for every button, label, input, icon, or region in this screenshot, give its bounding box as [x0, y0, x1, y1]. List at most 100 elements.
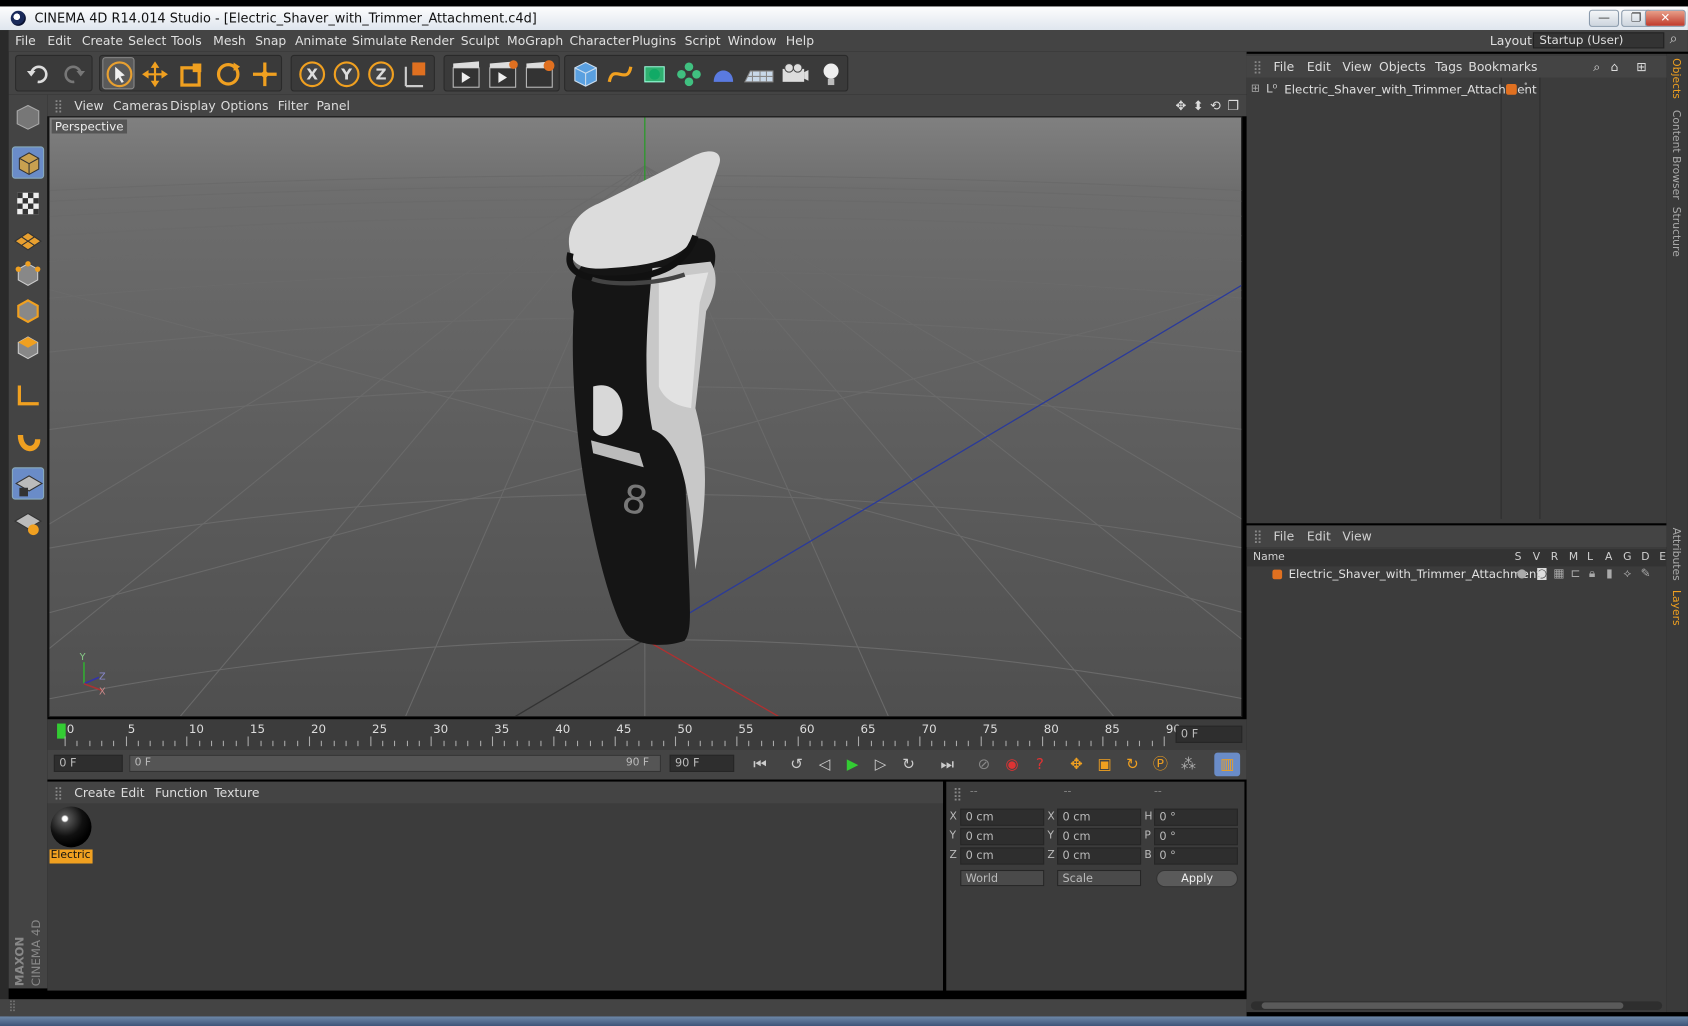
workplane-icon[interactable]: [12, 222, 44, 254]
menu-create[interactable]: Create: [82, 33, 123, 48]
polygons-mode-icon[interactable]: [12, 332, 44, 364]
move-icon[interactable]: [139, 59, 171, 89]
loop-back-icon[interactable]: ↺: [784, 753, 810, 777]
snap-button[interactable]: [11, 467, 45, 500]
cube-icon[interactable]: [569, 58, 601, 90]
material-menu-function[interactable]: Function: [155, 785, 208, 800]
viewport-menu-panel[interactable]: Panel: [316, 98, 349, 113]
render-view-icon[interactable]: [449, 58, 483, 90]
z-axis-lock-icon[interactable]: Z: [365, 58, 397, 90]
render-settings-icon[interactable]: [522, 58, 556, 90]
live-selection-button[interactable]: [102, 57, 135, 90]
object-menu-edit[interactable]: Edit: [1307, 59, 1331, 74]
deformer-icon[interactable]: [707, 58, 739, 90]
timeline-window-icon[interactable]: ▥: [1214, 752, 1241, 777]
object-name[interactable]: Electric_Shaver_with_Trimmer_Attachment: [1284, 83, 1536, 97]
object-menu-bookmarks[interactable]: Bookmarks: [1468, 59, 1537, 74]
tweak-magnet-icon[interactable]: [12, 424, 44, 456]
transform-icon[interactable]: [249, 59, 281, 89]
layer-generator-icon[interactable]: ⟡: [1623, 566, 1631, 581]
object-new-window-icon[interactable]: ⊞: [1636, 59, 1646, 74]
render-to-picture-viewer-icon[interactable]: [486, 58, 520, 90]
go-to-end-icon[interactable]: ⏭: [934, 753, 960, 777]
menu-mograph[interactable]: MoGraph: [507, 33, 563, 48]
minimize-button[interactable]: —: [1588, 9, 1620, 27]
layer-menu-view[interactable]: View: [1342, 529, 1371, 544]
menu-help[interactable]: Help: [786, 33, 814, 48]
menu-plugins[interactable]: Plugins: [632, 33, 676, 48]
material-menu-create[interactable]: Create: [74, 785, 115, 800]
tab-objects[interactable]: Objects: [1670, 58, 1682, 99]
tab-attributes[interactable]: Attributes: [1670, 528, 1682, 581]
rotation-field[interactable]: 0 °: [1154, 847, 1238, 865]
layer-name[interactable]: Electric_Shaver_with_Trimmer_Attachment: [1289, 567, 1541, 581]
menu-file[interactable]: File: [15, 33, 36, 48]
layer-lock-icon[interactable]: 🔒︎: [1589, 566, 1595, 581]
apply-button[interactable]: Apply: [1156, 869, 1238, 888]
object-menu-file[interactable]: File: [1273, 59, 1294, 74]
object-home-icon[interactable]: ⌂: [1610, 59, 1618, 74]
menu-edit[interactable]: Edit: [47, 33, 71, 48]
coord-transform-dropdown[interactable]: Scale: [1057, 869, 1142, 887]
camera-icon[interactable]: [778, 58, 810, 90]
autokey-icon[interactable]: ◉: [999, 753, 1025, 777]
tab-layers[interactable]: Layers: [1670, 590, 1682, 626]
viewport-menu-cameras[interactable]: Cameras: [113, 98, 168, 113]
undo-icon[interactable]: [25, 61, 51, 87]
tab-content-browser[interactable]: Content Browser: [1670, 110, 1682, 200]
menu-snap[interactable]: Snap: [255, 33, 286, 48]
menu-character[interactable]: Character: [569, 33, 630, 48]
size-field[interactable]: 0 cm: [1057, 847, 1142, 865]
layer-solo-icon[interactable]: ●: [1517, 566, 1527, 580]
viewport-menu-display[interactable]: Display: [170, 98, 216, 113]
layout-dropdown[interactable]: Startup (User): [1532, 32, 1665, 49]
tab-structure[interactable]: Structure: [1670, 207, 1682, 257]
menu-select[interactable]: Select: [128, 33, 166, 48]
play-icon[interactable]: ▶: [840, 753, 866, 777]
maximize-view-icon[interactable]: ❐: [1227, 98, 1239, 113]
key-parameter-icon[interactable]: Ⓟ: [1148, 753, 1174, 777]
layer-scrollbar-thumb[interactable]: [1261, 1002, 1624, 1009]
position-field[interactable]: 0 cm: [960, 847, 1045, 865]
object-search-icon[interactable]: ⌕: [1593, 59, 1600, 75]
key-pla-icon[interactable]: ⁂: [1176, 753, 1202, 777]
rotation-field[interactable]: 0 °: [1154, 808, 1238, 826]
key-scale-icon[interactable]: ▣: [1092, 753, 1118, 777]
light-icon[interactable]: [815, 58, 847, 90]
viewport-menu-view[interactable]: View: [74, 98, 103, 113]
loop-forward-icon[interactable]: ↻: [896, 753, 922, 777]
viewport-menu-options[interactable]: Options: [221, 98, 269, 113]
layer-row[interactable]: Electric_Shaver_with_Trimmer_Attachment …: [1251, 566, 1664, 583]
current-frame-field[interactable]: 0 F: [1175, 725, 1243, 743]
edges-mode-icon[interactable]: [12, 295, 44, 327]
scale-icon[interactable]: [175, 59, 207, 89]
spline-icon[interactable]: [604, 58, 636, 90]
size-field[interactable]: 0 cm: [1057, 827, 1142, 846]
record-keys-icon[interactable]: ⊘: [971, 753, 997, 777]
menu-window[interactable]: Window: [728, 33, 777, 48]
rotate-icon[interactable]: [212, 59, 244, 89]
position-field[interactable]: 0 cm: [960, 827, 1045, 846]
layer-render-icon[interactable]: ▦: [1553, 566, 1564, 580]
material-menu-texture[interactable]: Texture: [214, 785, 259, 800]
layer-menu-file[interactable]: File: [1273, 529, 1294, 544]
shaver-model[interactable]: 8: [566, 151, 720, 645]
perspective-viewport[interactable]: 8 Y Z X Perspective: [48, 116, 1243, 718]
menu-mesh[interactable]: Mesh: [213, 33, 246, 48]
keyframe-help-icon[interactable]: ?: [1027, 753, 1053, 777]
layer-visible-icon[interactable]: ◙: [1536, 566, 1548, 580]
prev-frame-icon[interactable]: ◁: [812, 753, 838, 777]
frame-range-slider[interactable]: 0 F 90 F: [129, 754, 661, 772]
expand-icon[interactable]: ⊞: [1251, 83, 1260, 95]
start-frame-field[interactable]: 0 F: [53, 754, 123, 772]
object-menu-objects[interactable]: Objects: [1379, 59, 1426, 74]
key-rotation-icon[interactable]: ↻: [1120, 753, 1146, 777]
coord-mode-dropdown[interactable]: World: [960, 869, 1045, 887]
coordinate-system-icon[interactable]: [399, 58, 431, 90]
rotation-field[interactable]: 0 °: [1154, 827, 1238, 846]
close-button[interactable]: ✕: [1644, 9, 1686, 27]
rotate-view-icon[interactable]: ⟲: [1210, 98, 1221, 113]
pan-view-icon[interactable]: ✥: [1176, 98, 1187, 113]
go-to-start-icon[interactable]: ⏮: [747, 753, 773, 777]
zoom-view-icon[interactable]: ⬍: [1193, 98, 1204, 113]
